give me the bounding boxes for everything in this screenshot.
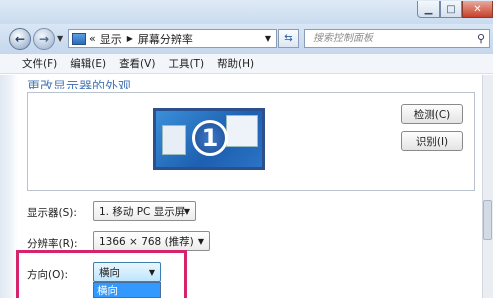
chevron-down-icon: ▼	[183, 206, 190, 216]
display-select[interactable]: 1. 移动 PC 显示屏 ▼	[93, 201, 196, 221]
forward-button[interactable]: →	[33, 28, 55, 50]
recent-pages-dropdown[interactable]: ▼	[57, 34, 63, 43]
close-button[interactable]: ✕	[462, 1, 493, 18]
maximize-button[interactable]: □	[440, 1, 462, 18]
control-panel-icon	[72, 32, 86, 45]
minimize-button[interactable]: ▁	[417, 1, 440, 18]
minimize-icon: ▁	[424, 3, 433, 15]
orientation-select-value: 横向	[99, 266, 120, 279]
address-dropdown-icon[interactable]: ▼	[265, 34, 271, 43]
identify-button[interactable]: 识别(I)	[401, 131, 463, 151]
display-select-value: 1. 移动 PC 显示屏	[99, 205, 186, 218]
menu-bar: 文件(F) 编辑(E) 查看(V) 工具(T) 帮助(H)	[0, 54, 493, 74]
window-thumbnail-icon	[226, 115, 258, 147]
refresh-icon: ⇆	[284, 33, 293, 44]
address-bar[interactable]: « 显示 ▶ 屏幕分辨率 ▼	[68, 29, 277, 48]
maximize-icon: □	[446, 3, 456, 15]
menu-file[interactable]: 文件(F)	[22, 56, 57, 71]
chevron-down-icon: ▼	[197, 236, 204, 246]
menu-view[interactable]: 查看(V)	[119, 56, 155, 71]
arrow-right-icon: →	[38, 32, 50, 46]
search-icon[interactable]: ⚲	[477, 32, 485, 45]
arrow-left-icon: ←	[14, 32, 26, 46]
detect-button[interactable]: 检测(C)	[401, 104, 463, 124]
monitor-number: 1	[192, 120, 228, 156]
breadcrumb-item-display[interactable]: 显示	[100, 31, 122, 47]
resolution-label: 分辨率(R):	[27, 238, 78, 250]
scrollbar-thumb[interactable]	[483, 200, 492, 240]
search-input[interactable]	[311, 32, 475, 45]
page-heading: 更改显示器的外观	[27, 80, 132, 89]
resolution-select[interactable]: 1366 × 768 (推荐) ▼	[93, 231, 210, 251]
resolution-select-value: 1366 × 768 (推荐)	[99, 235, 194, 248]
close-icon: ✕	[473, 3, 482, 15]
orientation-select[interactable]: 横向 ▼	[93, 262, 161, 282]
menu-edit[interactable]: 编辑(E)	[70, 56, 106, 71]
vertical-scrollbar[interactable]	[482, 75, 493, 298]
menu-help[interactable]: 帮助(H)	[217, 56, 254, 71]
display-label: 显示器(S):	[27, 207, 77, 219]
monitor-1-icon[interactable]: 1	[153, 108, 265, 170]
chevron-down-icon: ▼	[148, 267, 155, 277]
search-box[interactable]: ⚲	[304, 29, 490, 48]
menu-tools[interactable]: 工具(T)	[168, 56, 204, 71]
breadcrumb-item-resolution[interactable]: 屏幕分辨率	[138, 31, 193, 47]
breadcrumb-prefix: «	[89, 32, 96, 45]
back-button[interactable]: ←	[9, 28, 31, 50]
window-thumbnail-icon	[162, 125, 186, 155]
refresh-button[interactable]: ⇆	[278, 29, 299, 48]
orientation-label: 方向(O):	[27, 269, 68, 281]
breadcrumb-separator-icon: ▶	[126, 34, 133, 43]
orientation-option[interactable]: 横向	[93, 282, 161, 298]
